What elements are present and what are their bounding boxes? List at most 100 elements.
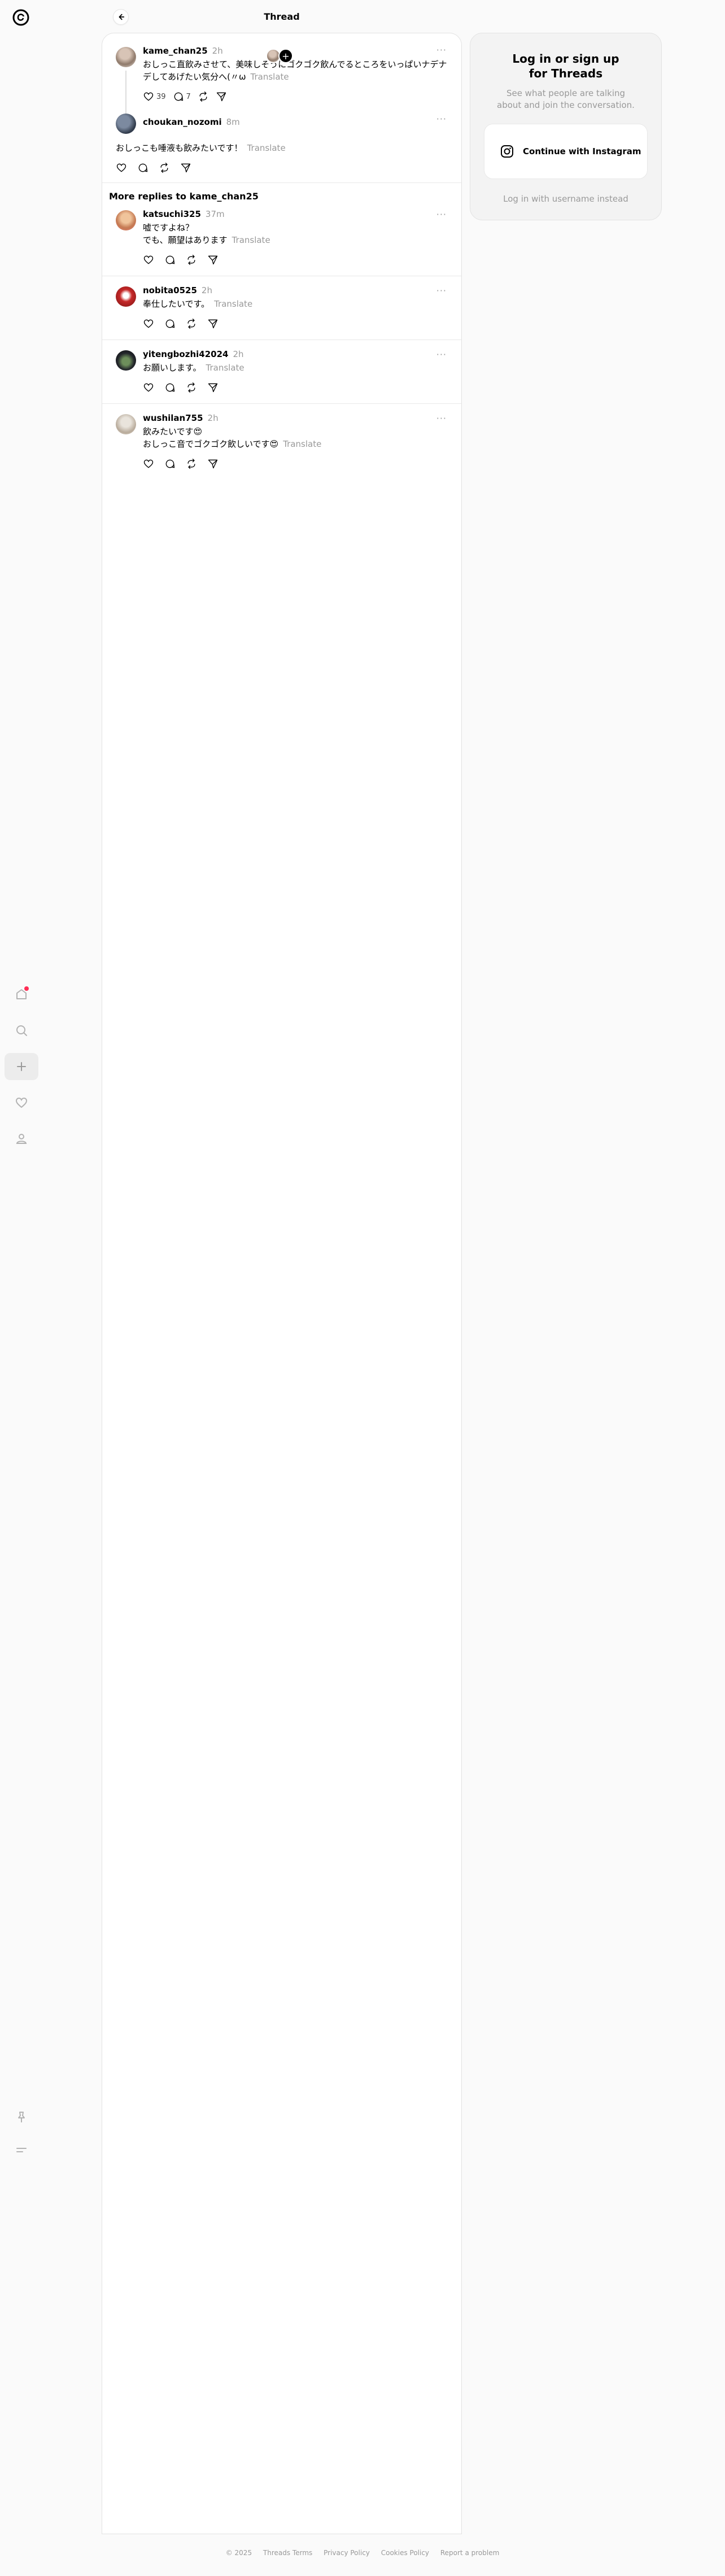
more-options-button[interactable]: ··· — [436, 114, 447, 124]
like-button[interactable] — [143, 458, 154, 469]
post-body: 奉仕したいです。 — [143, 299, 210, 309]
timestamp[interactable]: 2h — [208, 413, 219, 423]
avatar[interactable] — [116, 47, 136, 67]
home-button[interactable] — [5, 981, 38, 1008]
footer-copyright: © 2025 — [225, 2549, 252, 2557]
thread-column: + ··· kame_chan25 2h おしっこ直飲みさせて、美味しそうにゴク… — [102, 33, 462, 2534]
repost-button[interactable] — [186, 382, 197, 393]
like-button[interactable] — [116, 162, 127, 173]
username[interactable]: kame_chan25 — [143, 46, 208, 56]
instagram-icon — [501, 145, 513, 158]
repost-button[interactable] — [186, 254, 197, 266]
left-rail — [0, 0, 43, 2576]
heart-icon — [15, 1097, 28, 1108]
avatar[interactable] — [116, 286, 136, 307]
timestamp[interactable]: 2h — [233, 349, 243, 359]
repost-icon — [199, 92, 207, 102]
menu-icon — [16, 2148, 27, 2152]
share-button[interactable] — [207, 318, 219, 329]
like-button[interactable] — [143, 254, 154, 266]
profile-button[interactable] — [5, 1125, 38, 1152]
continue-with-instagram-button[interactable]: Continue with Instagram — [484, 124, 648, 179]
reply-button[interactable] — [164, 254, 176, 266]
reply-button[interactable] — [164, 382, 176, 393]
translate-link[interactable]: Translate — [214, 299, 252, 309]
more-options-button[interactable]: ··· — [436, 413, 447, 424]
repost-icon — [160, 163, 168, 173]
more-options-button[interactable]: ··· — [436, 209, 447, 220]
footer-report-link[interactable]: Report a problem — [440, 2549, 499, 2557]
timestamp[interactable]: 2h — [212, 46, 223, 56]
create-button[interactable] — [5, 1053, 38, 1080]
avatar[interactable] — [116, 210, 136, 230]
repost-button[interactable] — [159, 162, 170, 173]
footer-terms-link[interactable]: Threads Terms — [263, 2549, 312, 2557]
username[interactable]: katsuchi325 — [143, 209, 201, 219]
like-button[interactable]: 39 — [143, 91, 166, 102]
instagram-button-label: Continue with Instagram — [523, 146, 641, 156]
avatar[interactable] — [116, 414, 136, 434]
repost-button[interactable] — [198, 91, 209, 102]
translate-link[interactable]: Translate — [206, 363, 244, 373]
avatar[interactable] — [116, 350, 136, 371]
username[interactable]: yitengbozhi42024 — [143, 349, 228, 359]
like-button[interactable] — [143, 382, 154, 393]
pin-button[interactable] — [5, 2104, 38, 2131]
timestamp[interactable]: 8m — [226, 117, 240, 127]
post-body: 嘘ですよね？ でも、願望はあります — [143, 223, 228, 245]
share-button[interactable] — [216, 91, 227, 102]
heart-icon — [143, 319, 154, 328]
create-icon — [17, 1062, 26, 1071]
more-options-button[interactable]: ··· — [436, 285, 447, 296]
avatar[interactable] — [116, 114, 136, 134]
activity-button[interactable] — [5, 1089, 38, 1116]
search-button[interactable] — [5, 1017, 38, 1044]
username[interactable]: nobita0525 — [143, 285, 197, 295]
share-icon — [216, 92, 226, 102]
reply-item[interactable]: ··· nobita0525 2h 奉仕したいです。 Translate — [102, 276, 461, 340]
footer-privacy-link[interactable]: Privacy Policy — [324, 2549, 370, 2557]
repost-button[interactable] — [186, 458, 197, 469]
repost-icon — [187, 255, 195, 265]
reply-button[interactable] — [164, 318, 176, 329]
heart-icon — [116, 163, 126, 172]
reply-button[interactable] — [164, 458, 176, 469]
timestamp[interactable]: 37m — [206, 209, 225, 219]
share-button[interactable] — [207, 458, 219, 469]
login-card: Log in or sign up for Threads See what p… — [470, 33, 662, 220]
reply-button[interactable]: 7 — [173, 91, 191, 102]
main-post[interactable]: + ··· kame_chan25 2h おしっこ直飲みさせて、美味しそうにゴク… — [102, 33, 461, 129]
translate-link[interactable]: Translate — [247, 143, 286, 153]
footer-cookies-link[interactable]: Cookies Policy — [381, 2549, 429, 2557]
translate-link[interactable]: Translate — [283, 439, 321, 449]
comment-icon — [165, 255, 175, 264]
share-button[interactable] — [180, 162, 191, 173]
repost-button[interactable] — [186, 318, 197, 329]
plus-icon: + — [278, 49, 293, 63]
translate-link[interactable]: Translate — [251, 72, 289, 82]
username[interactable]: choukan_nozomi — [143, 117, 222, 127]
post-text: おしっこも唾液も飲みたいです！ Translate — [116, 142, 448, 154]
menu-button[interactable] — [5, 2136, 38, 2164]
timestamp[interactable]: 2h — [202, 285, 212, 295]
post-text: おしっこ直飲みさせて、美味しそうにゴクゴク飲んでるところをいっぱいナデナデしてあ… — [143, 58, 448, 83]
back-button[interactable] — [113, 9, 129, 25]
more-options-button[interactable]: ··· — [436, 45, 447, 55]
threads-logo-icon[interactable] — [11, 8, 30, 27]
reply-post[interactable]: ··· choukan_nozomi 8m おしっこも唾液も飲みたいです！ Tra… — [102, 110, 461, 183]
follow-badge[interactable]: + — [266, 49, 293, 63]
reply-button[interactable] — [137, 162, 149, 173]
reply-item[interactable]: ··· wushilan755 2h 飲みたいです😍 おしっこ音でゴクゴク飲しいで… — [102, 404, 461, 480]
more-options-button[interactable]: ··· — [436, 349, 447, 360]
share-icon — [208, 383, 218, 393]
reply-count: 7 — [186, 92, 191, 101]
username[interactable]: wushilan755 — [143, 413, 203, 423]
reply-item[interactable]: ··· katsuchi325 37m 嘘ですよね？ でも、願望はあります Tran… — [102, 206, 461, 276]
repost-icon — [187, 382, 195, 393]
reply-item[interactable]: ··· yitengbozhi42024 2h お願いします。 Translate — [102, 340, 461, 404]
share-button[interactable] — [207, 382, 219, 393]
like-button[interactable] — [143, 318, 154, 329]
translate-link[interactable]: Translate — [232, 235, 270, 245]
share-button[interactable] — [207, 254, 219, 266]
login-with-username-link[interactable]: Log in with username instead — [470, 194, 661, 204]
